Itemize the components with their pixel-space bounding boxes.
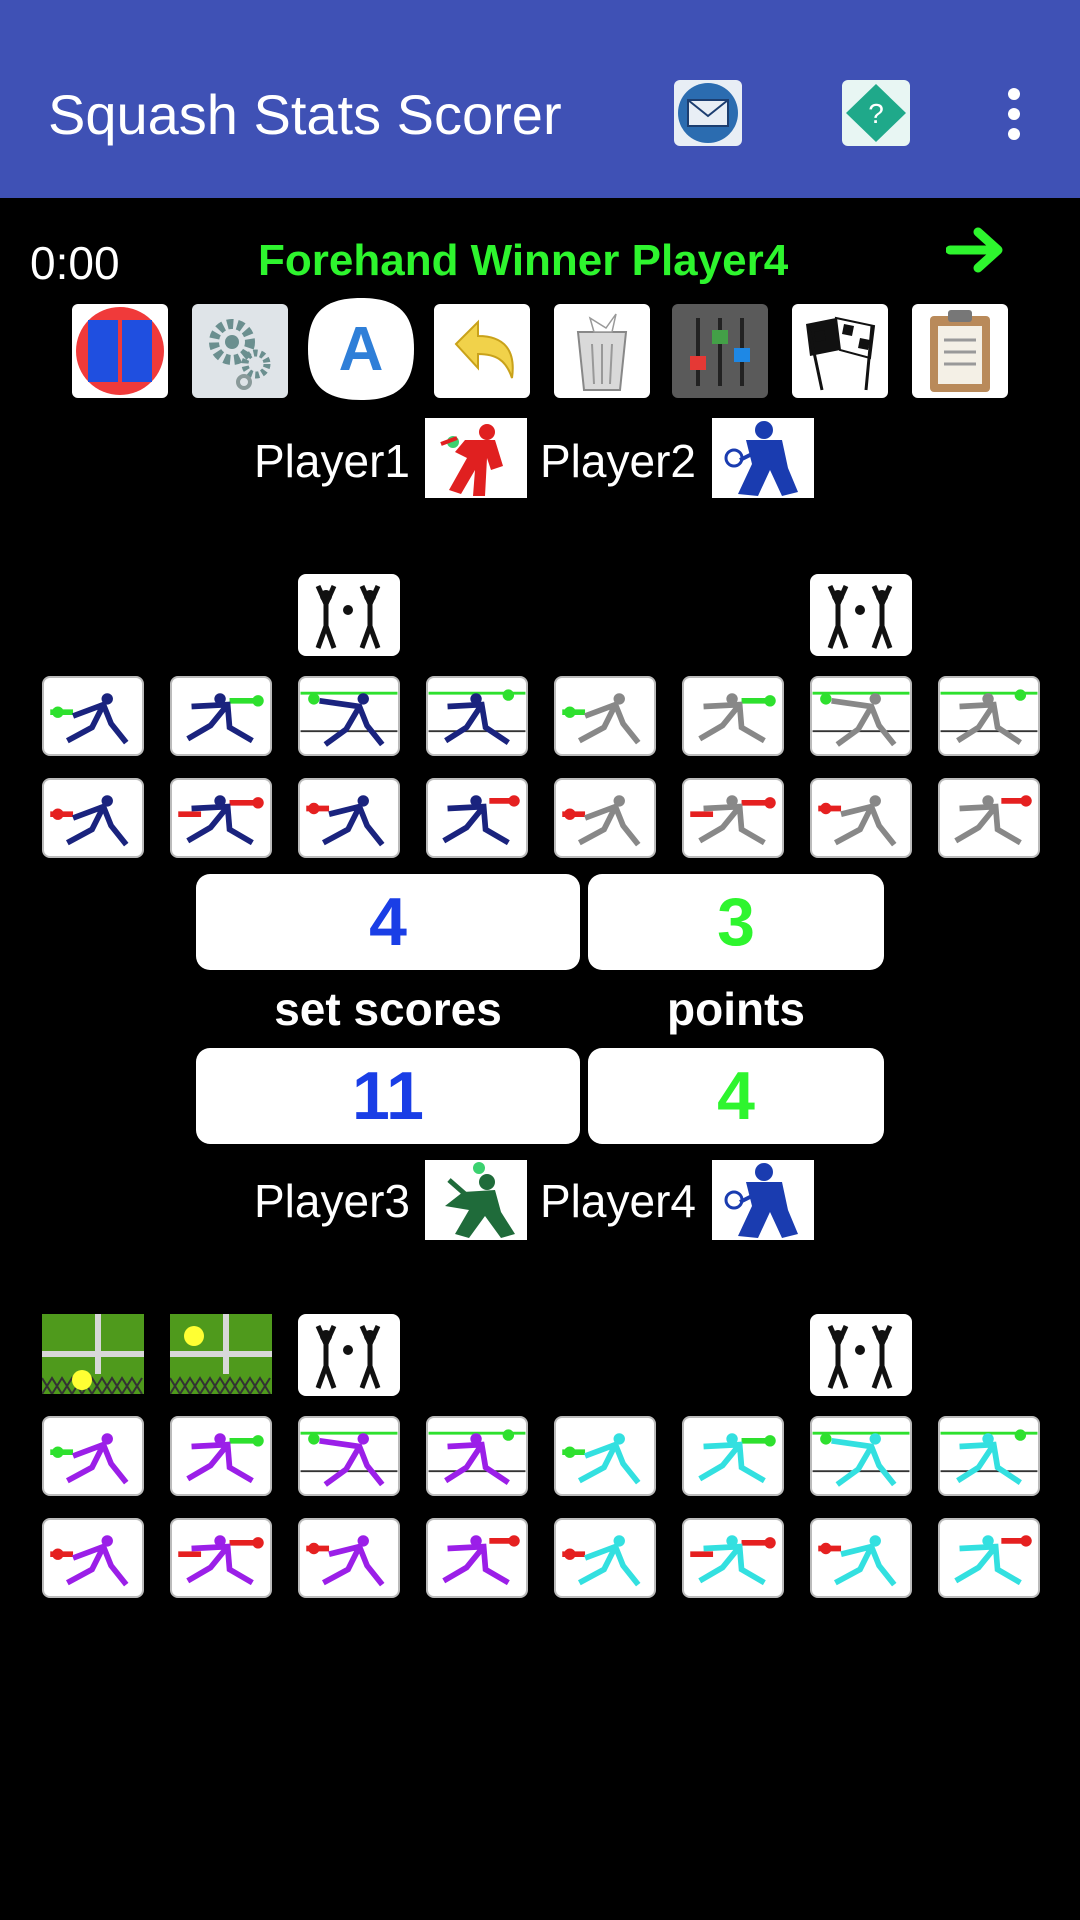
next-arrow-icon[interactable] [945, 222, 1008, 278]
trash-icon[interactable] [554, 304, 650, 398]
mixer-icon[interactable] [672, 304, 768, 398]
player4-backhand-error-tile[interactable] [682, 1518, 784, 1598]
player3-forehand-volley-tile[interactable] [298, 1416, 400, 1496]
player3-backhand-error-tile[interactable] [170, 1518, 272, 1598]
player2-forehand-volley-tile[interactable] [810, 676, 912, 756]
player2-forehand-stroke-error-tile[interactable] [810, 778, 912, 858]
team1-celebrate-icon[interactable] [298, 574, 400, 656]
auto-icon[interactable]: A [306, 296, 416, 402]
player4-backhand-volley-tile[interactable] [938, 1416, 1040, 1496]
player4-avatar[interactable] [712, 1160, 814, 1240]
player4-label[interactable]: Player4 [540, 1174, 696, 1228]
player4-forehand-volley-tile[interactable] [810, 1416, 912, 1496]
team2-points: 4 [588, 1048, 884, 1144]
player3-forehand-stroke-error-tile[interactable] [298, 1518, 400, 1598]
serve-right-court-icon[interactable] [42, 1314, 144, 1394]
player2-forehand-winner-tile[interactable] [554, 676, 656, 756]
settings-icon[interactable] [192, 304, 288, 398]
player3-backhand-volley-tile[interactable] [426, 1416, 528, 1496]
player3-forehand-error-tile[interactable] [42, 1518, 144, 1598]
team1-set-score: 4 [196, 874, 580, 970]
mail-icon[interactable] [674, 80, 742, 146]
serve-left-court-icon[interactable] [170, 1314, 272, 1394]
player3-backhand-winner-tile[interactable] [170, 1416, 272, 1496]
player1-backhand-winner-tile[interactable] [170, 676, 272, 756]
clipboard-icon[interactable] [912, 304, 1008, 398]
doubles-icon[interactable] [72, 304, 168, 398]
player1-forehand-volley-tile[interactable] [298, 676, 400, 756]
player2-backhand-stroke-error-tile[interactable] [938, 778, 1040, 858]
player1-forehand-error-tile[interactable] [42, 778, 144, 858]
player2-label[interactable]: Player2 [540, 434, 696, 488]
player3-label[interactable]: Player3 [254, 1174, 410, 1228]
set-scores-label: set scores [274, 983, 502, 1035]
player1-backhand-volley-tile[interactable] [426, 676, 528, 756]
player3-forehand-winner-tile[interactable] [42, 1416, 144, 1496]
player1-forehand-stroke-error-tile[interactable] [298, 778, 400, 858]
player1-backhand-error-tile[interactable] [170, 778, 272, 858]
team2-set-score: 11 [196, 1048, 580, 1144]
team1-celebrate-icon[interactable] [810, 574, 912, 656]
player2-avatar[interactable] [712, 418, 814, 498]
player2-backhand-volley-tile[interactable] [938, 676, 1040, 756]
team2-celebrate-icon[interactable] [810, 1314, 912, 1396]
player4-forehand-stroke-error-tile[interactable] [810, 1518, 912, 1598]
match-timer: 0:00 [30, 237, 120, 289]
player1-forehand-winner-tile[interactable] [42, 676, 144, 756]
finish-flag-icon[interactable] [792, 304, 888, 398]
app-bar: Squash Stats Scorer ? [0, 0, 1080, 198]
player3-backhand-stroke-error-tile[interactable] [426, 1518, 528, 1598]
points-label: points [667, 983, 805, 1035]
player2-forehand-error-tile[interactable] [554, 778, 656, 858]
player2-backhand-winner-tile[interactable] [682, 676, 784, 756]
svg-text:?: ? [868, 98, 884, 129]
player1-backhand-stroke-error-tile[interactable] [426, 778, 528, 858]
help-icon[interactable]: ? [842, 80, 910, 146]
player1-avatar[interactable] [425, 418, 527, 498]
player4-forehand-winner-tile[interactable] [554, 1416, 656, 1496]
player2-backhand-error-tile[interactable] [682, 778, 784, 858]
player1-label[interactable]: Player1 [254, 434, 410, 488]
svg-text:A: A [339, 315, 384, 384]
team2-celebrate-icon[interactable] [298, 1314, 400, 1396]
player4-backhand-winner-tile[interactable] [682, 1416, 784, 1496]
team1-points: 3 [588, 874, 884, 970]
player4-backhand-stroke-error-tile[interactable] [938, 1518, 1040, 1598]
last-action-message: Forehand Winner Player4 [258, 236, 789, 285]
undo-icon[interactable] [434, 304, 530, 398]
more-options-icon[interactable] [994, 86, 1034, 142]
player4-forehand-error-tile[interactable] [554, 1518, 656, 1598]
app-title: Squash Stats Scorer [48, 83, 562, 146]
player3-avatar[interactable] [425, 1160, 527, 1240]
